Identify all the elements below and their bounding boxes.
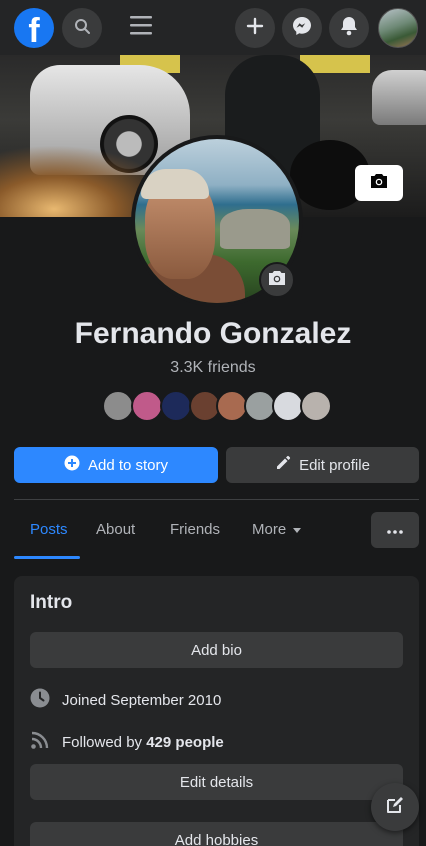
tab-friends[interactable]: Friends <box>170 508 220 560</box>
divider <box>14 499 419 500</box>
add-to-story-button[interactable]: Add to story <box>14 447 218 483</box>
create-button[interactable] <box>235 8 275 48</box>
clock-icon <box>30 688 50 712</box>
ellipsis-icon <box>387 521 403 539</box>
plus-icon <box>246 17 264 40</box>
add-to-story-label: Add to story <box>87 456 169 474</box>
followers-count: 429 people <box>146 733 224 751</box>
messenger-icon <box>292 16 312 41</box>
facebook-logo[interactable]: f <box>14 8 54 48</box>
add-hobbies-button[interactable]: Add hobbies <box>30 822 403 846</box>
friend-avatar[interactable] <box>131 390 163 422</box>
friend-avatar[interactable] <box>160 390 192 422</box>
camera-icon <box>370 173 388 194</box>
notifications-icon <box>340 16 358 41</box>
friend-avatars[interactable] <box>102 390 332 424</box>
edit-details-button[interactable]: Edit details <box>30 764 403 800</box>
photo-detail <box>220 209 290 249</box>
friend-avatar[interactable] <box>300 390 332 422</box>
pencil-icon <box>275 455 291 475</box>
notifications-button[interactable] <box>329 8 369 48</box>
menu-button[interactable] <box>128 14 154 40</box>
tab-more[interactable]: More <box>252 508 302 560</box>
messenger-button[interactable] <box>282 8 322 48</box>
tab-more-label: More <box>252 521 287 538</box>
rss-icon <box>30 730 50 754</box>
friend-avatar[interactable] <box>102 390 134 422</box>
search-button[interactable] <box>62 8 102 48</box>
edit-profile-label: Edit profile <box>299 456 370 474</box>
edit-cover-photo-button[interactable] <box>355 165 403 201</box>
cover-detail <box>372 70 426 125</box>
active-tab-indicator <box>14 556 80 559</box>
add-bio-button[interactable]: Add bio <box>30 632 403 668</box>
followers-text: Followed by 429 people <box>62 734 224 751</box>
edit-profile-button[interactable]: Edit profile <box>226 447 419 483</box>
edit-profile-picture-button[interactable] <box>259 262 295 298</box>
profile-name: Fernando Gonzalez <box>74 317 352 350</box>
compose-icon <box>385 795 405 820</box>
plus-circle-icon <box>64 455 80 475</box>
followers-row[interactable]: Followed by 429 people <box>30 730 224 754</box>
more-options-button[interactable] <box>371 512 419 548</box>
profile-tabs: Posts About Friends More <box>14 508 419 560</box>
photo-detail <box>141 169 209 199</box>
search-icon <box>74 18 90 39</box>
intro-title: Intro <box>30 592 73 613</box>
top-bar: f <box>0 0 426 55</box>
joined-text: Joined September 2010 <box>62 691 222 709</box>
followers-prefix: Followed by <box>62 733 147 751</box>
tab-posts[interactable]: Posts <box>30 508 68 560</box>
tab-about[interactable]: About <box>96 508 135 560</box>
joined-row: Joined September 2010 <box>30 688 221 712</box>
friends-count[interactable]: 3.3K friends <box>0 359 426 377</box>
compose-button[interactable] <box>371 783 419 831</box>
profile-avatar[interactable] <box>378 8 418 48</box>
caret-down-icon <box>292 508 302 560</box>
camera-icon <box>268 270 286 291</box>
menu-icon <box>129 14 153 41</box>
